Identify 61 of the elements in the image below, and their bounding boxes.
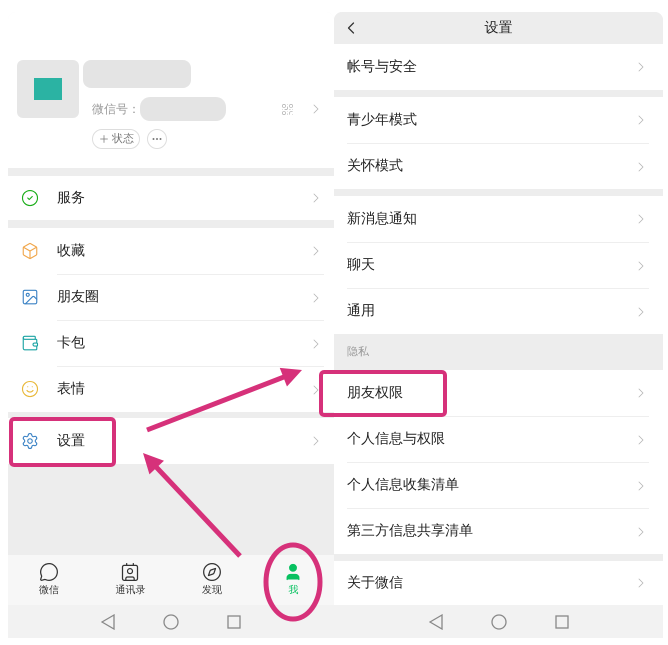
settings-label: 聊天 <box>347 256 376 275</box>
settings-label: 朋友权限 <box>347 384 404 402</box>
compass-icon <box>202 562 222 582</box>
back-triangle-icon[interactable] <box>101 614 115 630</box>
tab[interactable]: 通讯录 <box>90 555 171 605</box>
wechat-id-label: 微信号： <box>92 101 140 118</box>
settings-label: 个人信息收集清单 <box>347 476 460 495</box>
home-circle-icon[interactable] <box>163 614 179 630</box>
plus-icon <box>98 133 110 145</box>
menu-label: 表情 <box>57 380 86 399</box>
status-button[interactable]: 状态 <box>92 129 140 149</box>
settings-row[interactable]: 朋友权限 <box>334 370 663 416</box>
image-icon <box>21 288 39 306</box>
menu-row[interactable]: 收藏 <box>8 228 334 274</box>
profile-card[interactable]: 微信号： 状态 <box>8 12 334 168</box>
settings-row[interactable]: 关于微信 <box>334 561 663 605</box>
check-circle-icon <box>21 189 39 207</box>
settings-row[interactable]: 帐号与安全 <box>334 44 663 90</box>
menu-label: 服务 <box>57 188 86 208</box>
settings-row[interactable]: 个人信息收集清单 <box>334 462 663 508</box>
settings-label: 关怀模式 <box>347 157 404 176</box>
settings-label: 帐号与安全 <box>347 58 418 76</box>
settings-label: 新消息通知 <box>347 210 418 228</box>
menu-row[interactable]: 卡包 <box>8 320 334 366</box>
menu-row[interactable]: 服务 <box>8 176 334 220</box>
chat-bubble-icon <box>38 562 59 582</box>
settings-row[interactable]: 青少年模式 <box>334 97 663 143</box>
settings-label: 第三方信息共享清单 <box>347 522 474 541</box>
qr-code-icon[interactable] <box>281 102 294 116</box>
settings-label: 个人信息与权限 <box>347 430 446 449</box>
back-triangle-icon[interactable] <box>428 614 442 630</box>
settings-row[interactable]: 关怀模式 <box>334 143 663 189</box>
square-icon[interactable] <box>227 614 241 628</box>
settings-row[interactable]: 个人信息与权限 <box>334 416 663 462</box>
tab[interactable]: 微信 <box>8 555 90 605</box>
tab[interactable]: 发现 <box>171 555 252 605</box>
wallet-icon <box>21 334 39 352</box>
home-circle-icon[interactable] <box>490 614 506 630</box>
menu-row[interactable]: 表情 <box>8 366 334 412</box>
settings-row[interactable]: 聊天 <box>334 242 663 288</box>
menu-label: 朋友圈 <box>57 288 100 307</box>
settings-row[interactable]: 第三方信息共享清单 <box>334 508 663 554</box>
menu-row[interactable]: 朋友圈 <box>8 274 334 320</box>
settings-icon <box>21 432 39 450</box>
menu-label: 设置 <box>57 432 86 450</box>
menu-label: 收藏 <box>57 242 86 260</box>
page-title: 设置 <box>484 18 512 38</box>
settings-label: 关于微信 <box>347 574 404 592</box>
settings-row[interactable]: 通用 <box>334 288 663 334</box>
more-button[interactable] <box>147 129 167 149</box>
settings-label: 青少年模式 <box>347 110 418 130</box>
settings-row[interactable]: 新消息通知 <box>334 196 663 242</box>
smiley-icon <box>21 380 39 398</box>
menu-label: 卡包 <box>57 334 86 353</box>
section-header: 隐私 <box>347 344 369 360</box>
contacts-icon <box>120 562 140 582</box>
menu-row[interactable]: 设置 <box>8 418 334 464</box>
settings-label: 通用 <box>347 302 376 321</box>
avatar <box>17 60 79 118</box>
square-icon[interactable] <box>554 614 568 628</box>
cube-icon <box>21 242 39 260</box>
